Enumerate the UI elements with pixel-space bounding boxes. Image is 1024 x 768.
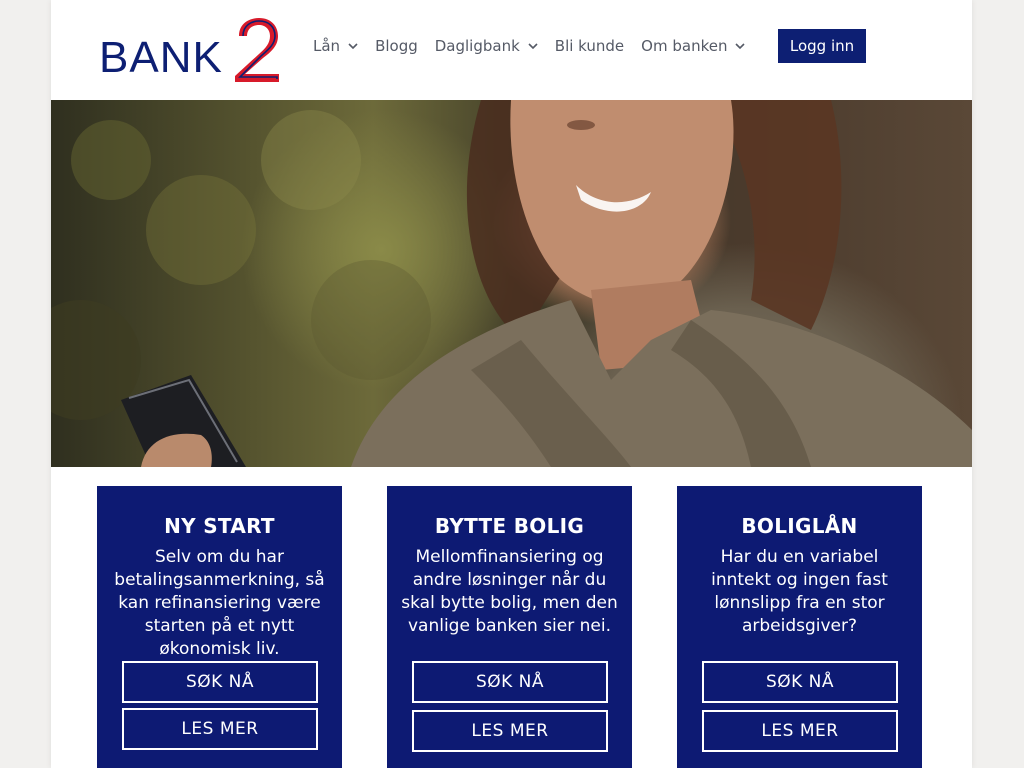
- card-title: BOLIGLÅN: [741, 514, 858, 538]
- hero-illustration: [51, 100, 972, 467]
- nav-item-label: Dagligbank: [434, 37, 520, 55]
- card-text: Mellomfinansiering og andre løsninger nå…: [401, 547, 618, 636]
- read-more-button[interactable]: LES MER: [412, 710, 608, 752]
- chevron-down-icon: [528, 43, 538, 50]
- nav-item-label: Lån: [313, 37, 341, 55]
- card-boliglan: BOLIGLÅN Har du en variabel inntekt og i…: [677, 486, 922, 768]
- nav-item-om-banken[interactable]: Om banken: [641, 37, 746, 55]
- read-more-button[interactable]: LES MER: [702, 710, 898, 752]
- card-title: NY START: [164, 514, 275, 538]
- login-button[interactable]: Logg inn: [778, 29, 866, 63]
- nav-item-bli-kunde[interactable]: Bli kunde: [555, 37, 624, 55]
- main-nav: Lån Blogg Dagligbank Bli kunde Om banken: [313, 29, 762, 63]
- apply-now-button[interactable]: SØK NÅ: [702, 661, 898, 703]
- card-title: BYTTE BOLIG: [434, 514, 585, 538]
- nav-item-label: Bli kunde: [554, 37, 625, 55]
- hero-image: [51, 100, 972, 467]
- nav-item-blogg[interactable]: Blogg: [375, 37, 418, 55]
- card-text: Selv om du har betalingsanmerkning, så k…: [114, 547, 325, 659]
- bank2-logo[interactable]: BANK: [99, 16, 281, 84]
- chevron-down-icon: [348, 43, 358, 50]
- nav-item-lan[interactable]: Lån: [313, 37, 358, 55]
- nav-item-label: Om banken: [641, 37, 728, 55]
- chevron-down-icon: [735, 43, 746, 50]
- card-text: Har du en variabel inntekt og ingen fast…: [711, 547, 888, 636]
- nav-item-dagligbank[interactable]: Dagligbank: [435, 37, 538, 55]
- logo-two-mark: [235, 18, 279, 82]
- site-header: BANK Lån Blogg Dagligbank Bli kunde Om b…: [51, 0, 972, 100]
- card-ny-start: NY START Selv om du har betalingsanmerkn…: [97, 486, 342, 768]
- nav-item-label: Blogg: [375, 37, 418, 55]
- apply-now-button[interactable]: SØK NÅ: [122, 661, 318, 703]
- apply-now-button[interactable]: SØK NÅ: [412, 661, 608, 703]
- logo-wordmark: BANK: [99, 33, 223, 82]
- page: BANK Lån Blogg Dagligbank Bli kunde Om b…: [51, 0, 972, 768]
- card-bytte-bolig: BYTTE BOLIG Mellomfinansiering og andre …: [387, 486, 632, 768]
- read-more-button[interactable]: LES MER: [122, 708, 318, 750]
